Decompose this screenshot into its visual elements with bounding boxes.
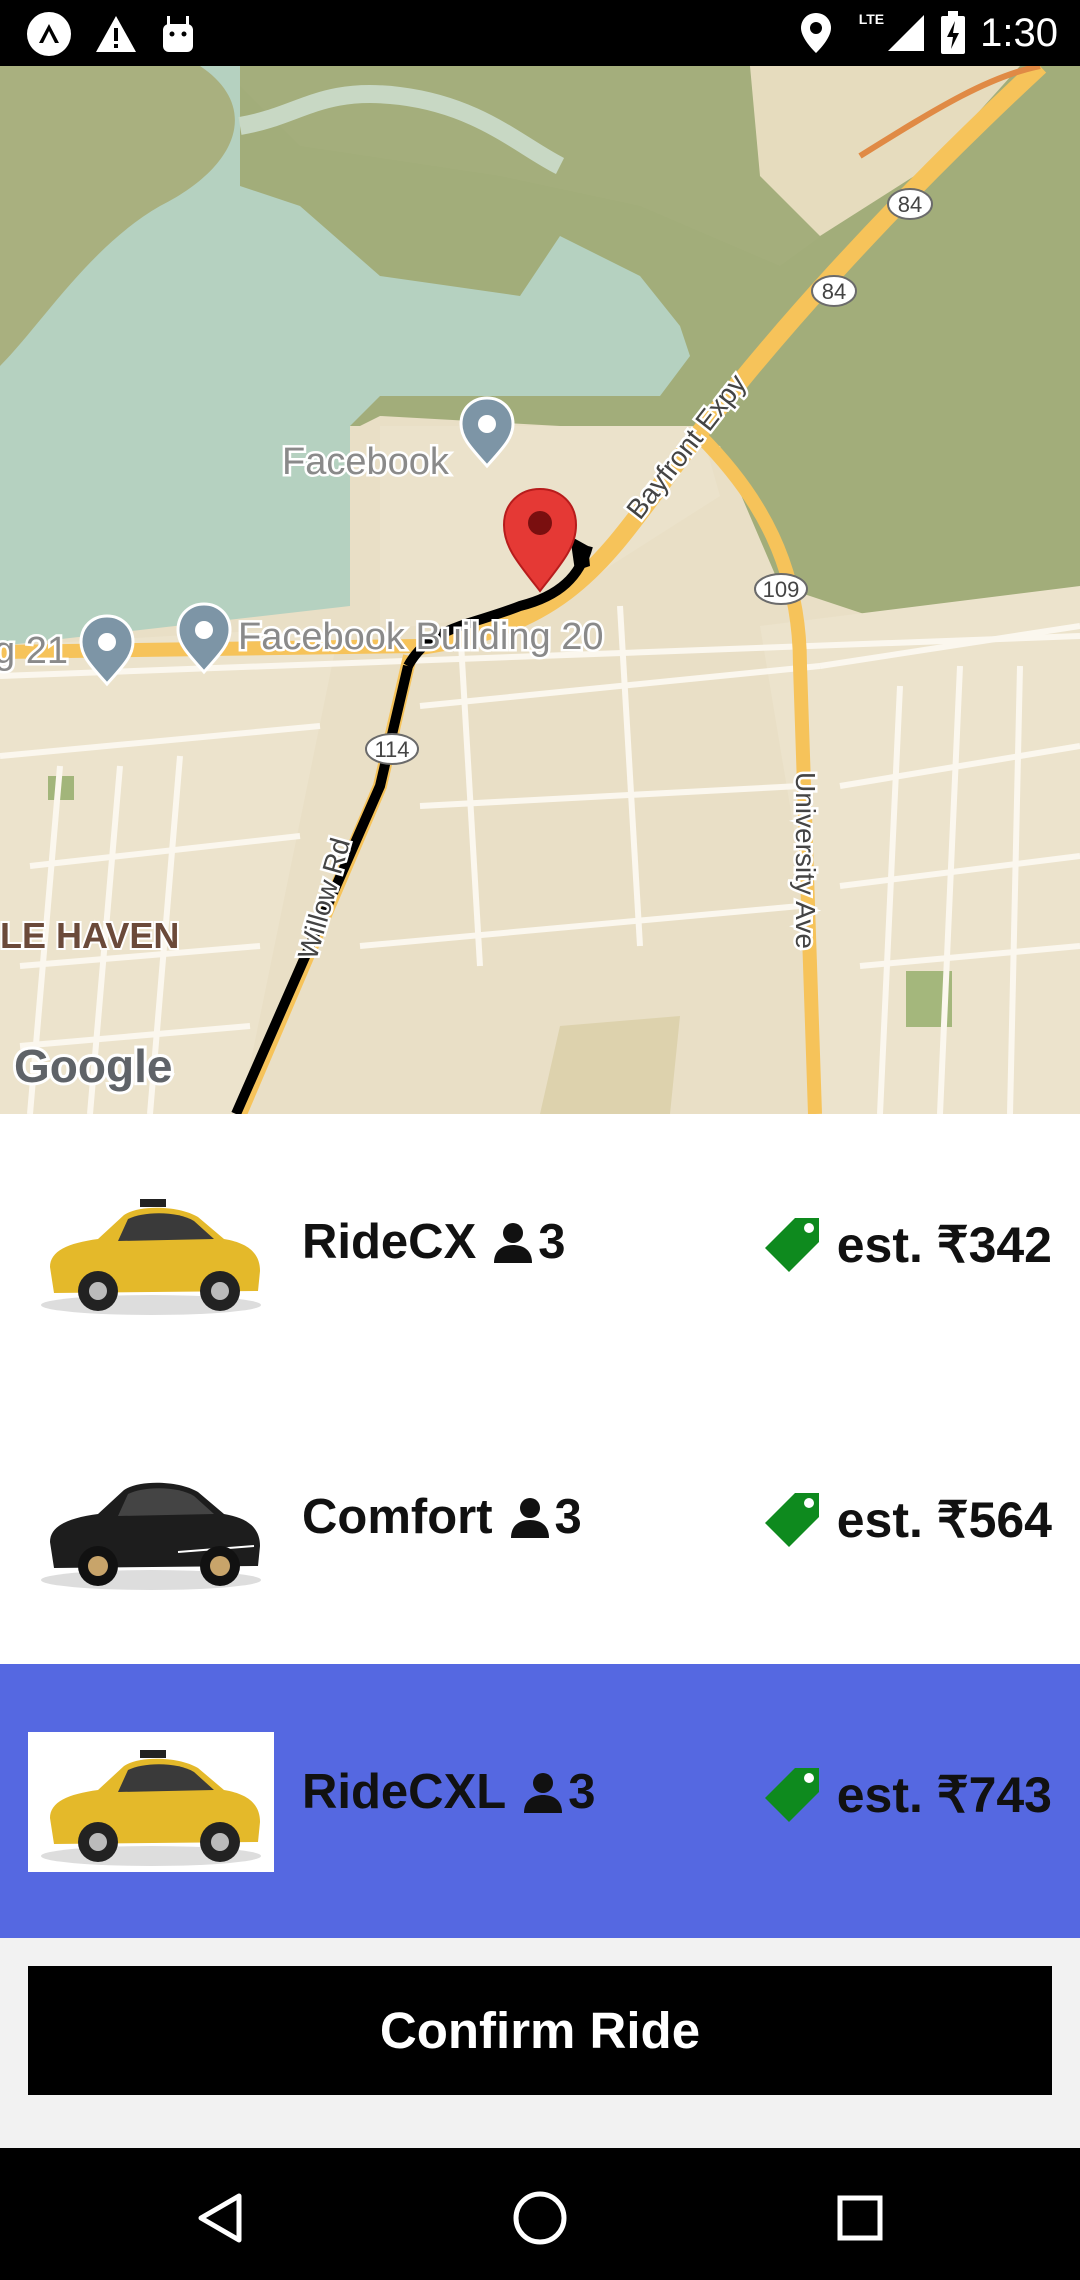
- back-icon[interactable]: [180, 2178, 260, 2258]
- svg-text:84: 84: [822, 279, 846, 304]
- ride-capacity: 3: [568, 1765, 596, 1819]
- person-icon: [494, 1223, 533, 1263]
- price-estimate: est. ₹564: [763, 1491, 1052, 1549]
- recents-icon[interactable]: [820, 2178, 900, 2258]
- price-tag-icon: [764, 1493, 819, 1547]
- price-tag-icon: [764, 1768, 819, 1822]
- warning-icon: [96, 16, 136, 52]
- ride-name-row: Comfort 3: [302, 1489, 582, 1545]
- price-estimate: est. ₹743: [763, 1766, 1052, 1824]
- price-text: est. ₹342: [836, 1217, 1052, 1273]
- ride-capacity: 3: [554, 1490, 582, 1544]
- battery-icon: [941, 11, 966, 54]
- location-icon: [800, 13, 831, 53]
- route-shield-114: 114: [365, 733, 419, 765]
- ride-name-row: RideCX 3: [302, 1214, 566, 1270]
- map-view[interactable]: 84 84 109 114 Bayfront Expy Willow Rd Un…: [0, 66, 1080, 1114]
- android-debug-icon: [163, 16, 193, 52]
- ride-name: Comfort: [302, 1490, 493, 1544]
- person-icon: [524, 1773, 563, 1813]
- ride-options-list: RideCX 3 est. ₹342 Comfort 3 est. ₹564 R…: [0, 1114, 1080, 1939]
- car-image: [28, 1456, 274, 1596]
- ride-option-ridecxl[interactable]: RideCXL 3 est. ₹743: [0, 1664, 1080, 1939]
- network-type: LTE: [858, 11, 885, 27]
- ride-option-comfort[interactable]: Comfort 3 est. ₹564: [0, 1389, 1080, 1664]
- ride-name: RideCX: [302, 1215, 477, 1269]
- person-icon: [510, 1498, 549, 1538]
- price-tag-icon: [764, 1218, 819, 1272]
- svg-text:114: 114: [374, 737, 409, 762]
- place-label-haven: LE HAVEN: [0, 915, 179, 956]
- confirm-area: Confirm Ride: [0, 1938, 1080, 2148]
- ride-capacity: 3: [538, 1215, 566, 1269]
- ride-name: RideCXL: [302, 1765, 507, 1819]
- ride-option-ridecx[interactable]: RideCX 3 est. ₹342: [0, 1114, 1080, 1389]
- launcher-icon: [27, 12, 71, 56]
- route-shield-84: 84: [887, 188, 933, 220]
- svg-text:109: 109: [763, 577, 800, 602]
- place-label-facebook-building-20: Facebook Building 20: [238, 616, 603, 658]
- system-navigation-bar: [0, 2148, 1080, 2280]
- confirm-ride-button[interactable]: Confirm Ride: [28, 1966, 1052, 2095]
- road-label-university: University Ave: [790, 772, 821, 949]
- svg-text:84: 84: [898, 192, 922, 217]
- car-image: [28, 1732, 274, 1872]
- price-estimate: est. ₹342: [763, 1216, 1052, 1274]
- price-text: est. ₹564: [836, 1492, 1052, 1548]
- place-label-building-21: g 21: [0, 630, 68, 672]
- price-text: est. ₹743: [836, 1767, 1052, 1823]
- place-label-facebook: Facebook: [282, 441, 450, 483]
- clock: 1:30: [980, 11, 1058, 55]
- home-icon[interactable]: [500, 2178, 580, 2258]
- google-logo: Google: [14, 1040, 172, 1092]
- car-image: [28, 1181, 274, 1321]
- route-shield-109: 109: [754, 573, 808, 605]
- status-bar: LTE 1:30: [0, 0, 1080, 66]
- route-shield-84: 84: [811, 275, 857, 307]
- signal-icon: [888, 15, 925, 51]
- ride-name-row: RideCXL 3: [302, 1764, 595, 1820]
